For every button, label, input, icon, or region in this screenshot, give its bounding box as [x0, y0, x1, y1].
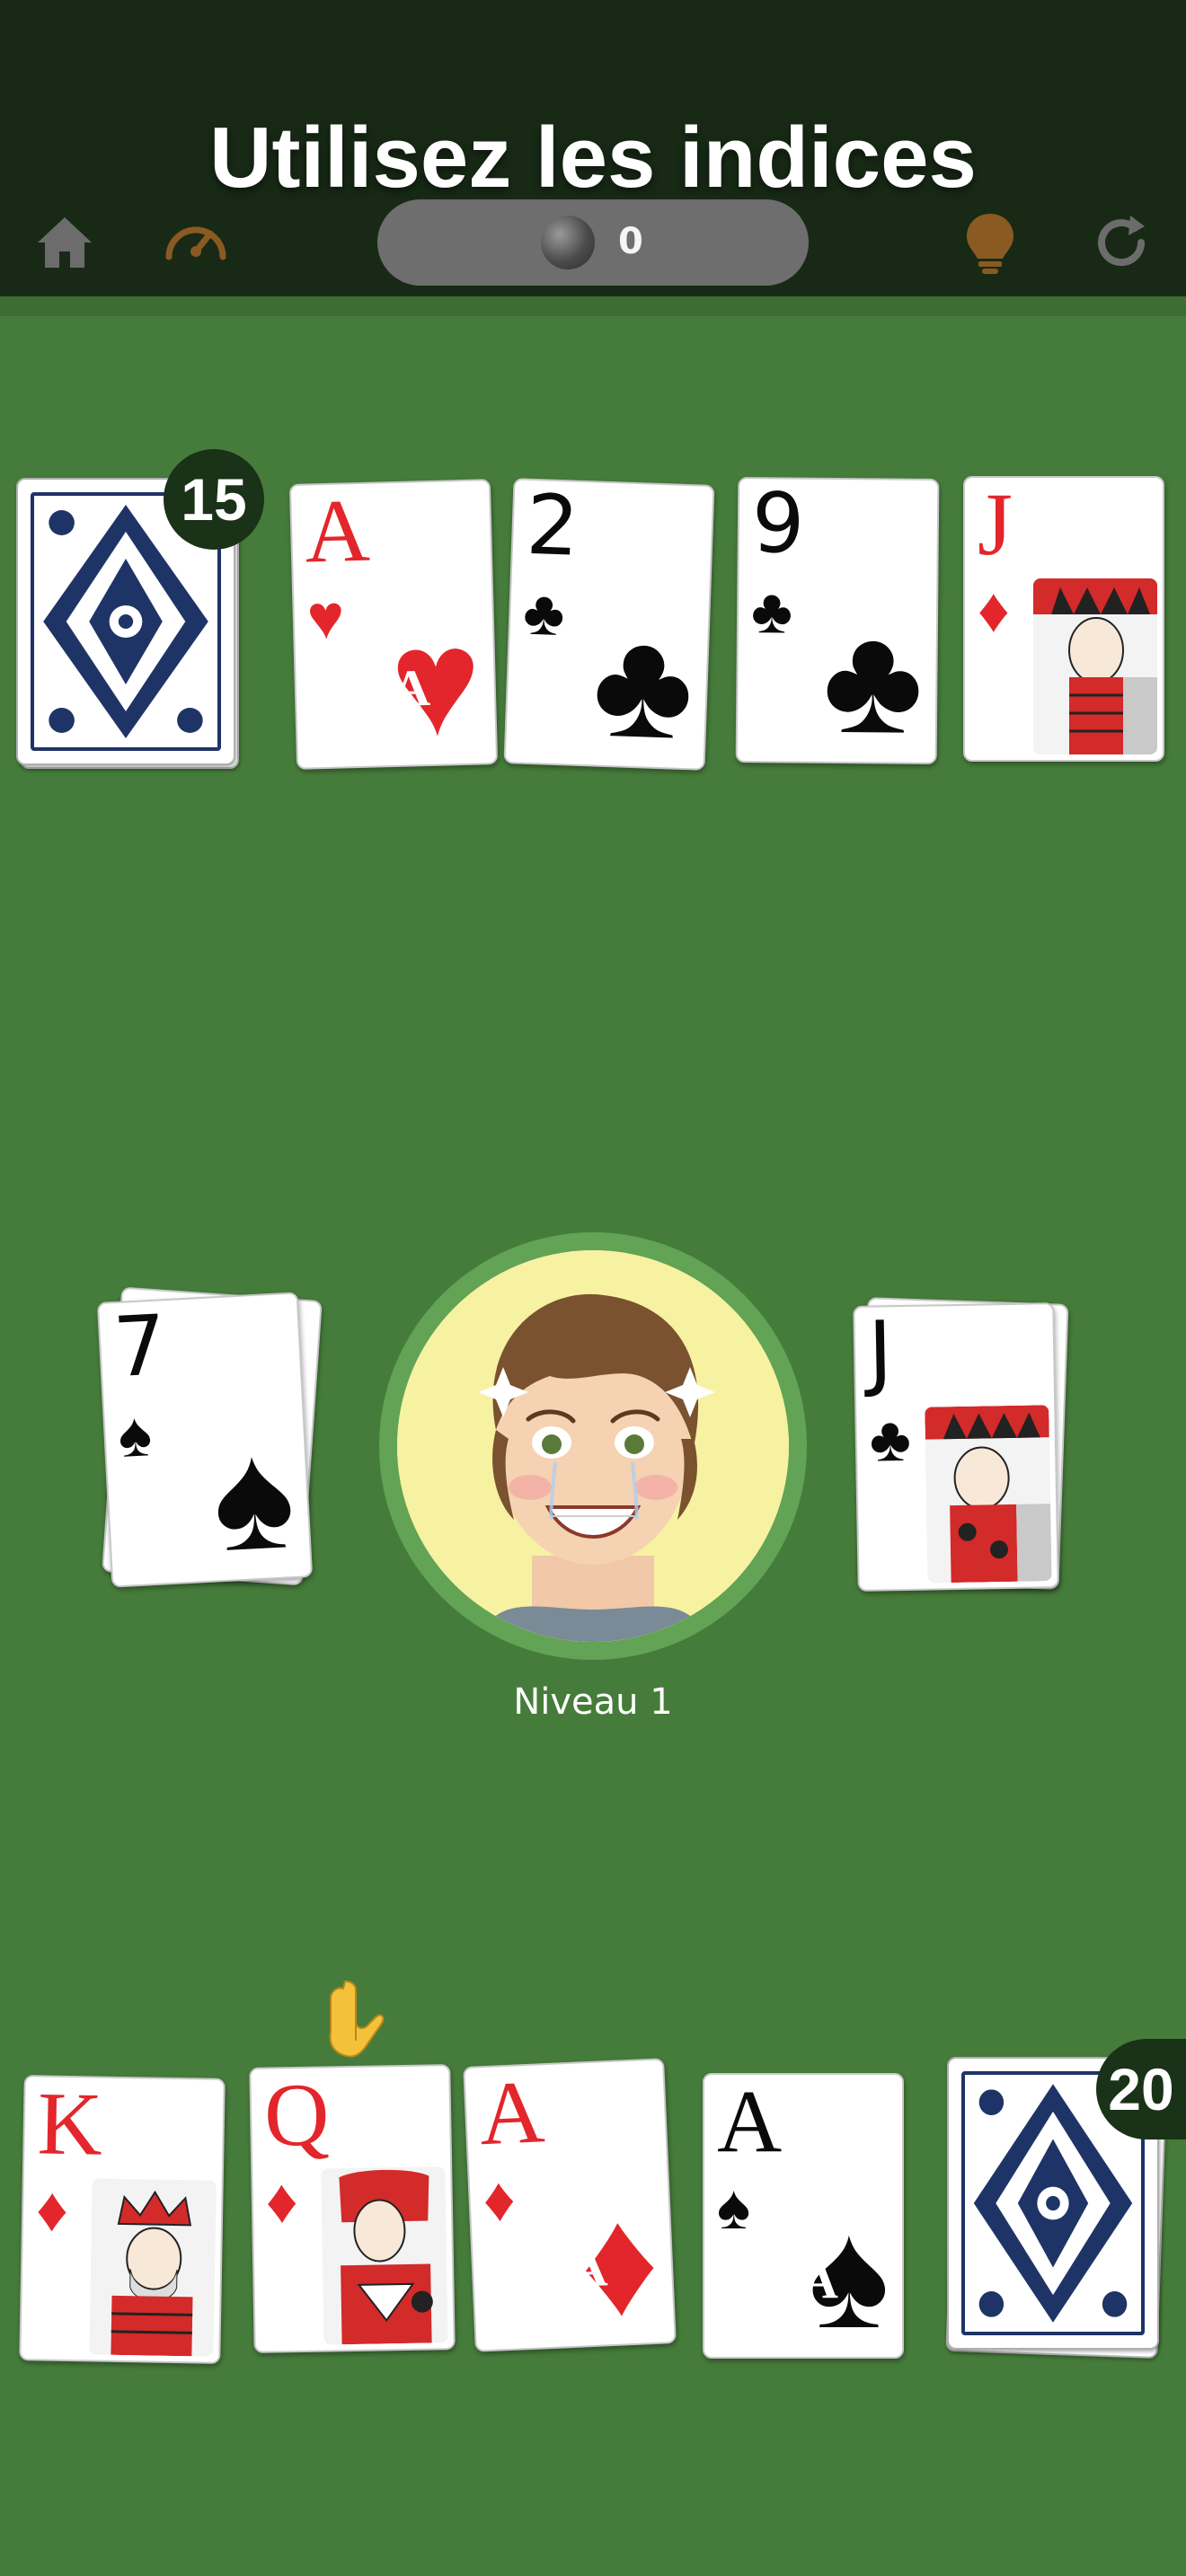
- speedometer-icon[interactable]: [160, 207, 232, 278]
- top-bar-divider: [0, 296, 1186, 316]
- diamond-icon: ♦: [35, 2174, 69, 2245]
- card-rank: A: [303, 480, 371, 582]
- card-rank: Q: [263, 2064, 331, 2166]
- queen-face-illustration: [321, 2166, 448, 2345]
- card-rank: A: [717, 2073, 783, 2171]
- card-rank: A: [801, 2251, 838, 2309]
- coin-icon: [541, 216, 595, 269]
- coin-counter: 0: [377, 199, 809, 286]
- opponent-card: 2 ♣ ♣: [503, 478, 715, 771]
- right-pile-card[interactable]: J ♣: [853, 1302, 1059, 1592]
- card-rank: A: [392, 657, 431, 719]
- card-rank: A: [568, 2238, 609, 2299]
- card-rank: K: [36, 2075, 104, 2175]
- spade-icon: ♠: [208, 1409, 299, 1584]
- diamond-icon: ♦: [265, 2166, 299, 2236]
- club-icon: ♣: [750, 576, 793, 647]
- spade-icon: ♠: [717, 2172, 751, 2242]
- player-card[interactable]: K ♦: [19, 2075, 226, 2364]
- deck-count-badge: 20: [1096, 2039, 1186, 2139]
- jack-face-illustration: [925, 1405, 1052, 1584]
- player-card[interactable]: Q ♦: [249, 2064, 456, 2353]
- coin-count: 0: [618, 221, 643, 262]
- king-face-illustration: [89, 2178, 217, 2357]
- home-icon[interactable]: [29, 207, 101, 278]
- page-title: Utilisez les indices: [209, 110, 977, 206]
- player-card[interactable]: A ♠ ♠ A: [703, 2073, 904, 2359]
- opponent-card: J ♦: [963, 476, 1164, 762]
- diamond-icon: ♦: [481, 2163, 518, 2236]
- club-icon: ♣: [869, 1403, 912, 1475]
- card-rank: J: [978, 476, 1013, 574]
- left-pile-card[interactable]: 7 ♠ ♠: [96, 1292, 314, 1588]
- card-rank: 2: [524, 478, 581, 575]
- player-card[interactable]: A ♦ ♦ A: [463, 2058, 677, 2352]
- pointing-down-hand-icon: [325, 1978, 388, 2060]
- card-rank: J: [867, 1303, 894, 1400]
- avatar-face: [397, 1250, 789, 1642]
- deck-count-badge: 15: [164, 449, 264, 550]
- club-icon: ♣: [589, 597, 696, 771]
- spade-icon: ♠: [116, 1398, 154, 1470]
- level-label: Niveau 1: [513, 1681, 673, 1723]
- heart-icon: ♥: [305, 581, 346, 653]
- lightbulb-icon[interactable]: [954, 207, 1026, 278]
- jack-face-illustration: [1033, 578, 1157, 754]
- opponent-avatar: [379, 1232, 807, 1660]
- opponent-card: 9 ♣ ♣: [735, 477, 940, 764]
- diamond-icon: ♦: [978, 575, 1010, 645]
- refresh-icon[interactable]: [1085, 207, 1157, 278]
- club-icon: ♣: [522, 577, 566, 649]
- club-icon: ♣: [822, 594, 925, 764]
- card-rank: 9: [751, 477, 805, 572]
- card-rank: A: [477, 2061, 547, 2165]
- card-rank: 7: [111, 1297, 169, 1397]
- opponent-card: A ♥ ♥ A: [288, 479, 499, 770]
